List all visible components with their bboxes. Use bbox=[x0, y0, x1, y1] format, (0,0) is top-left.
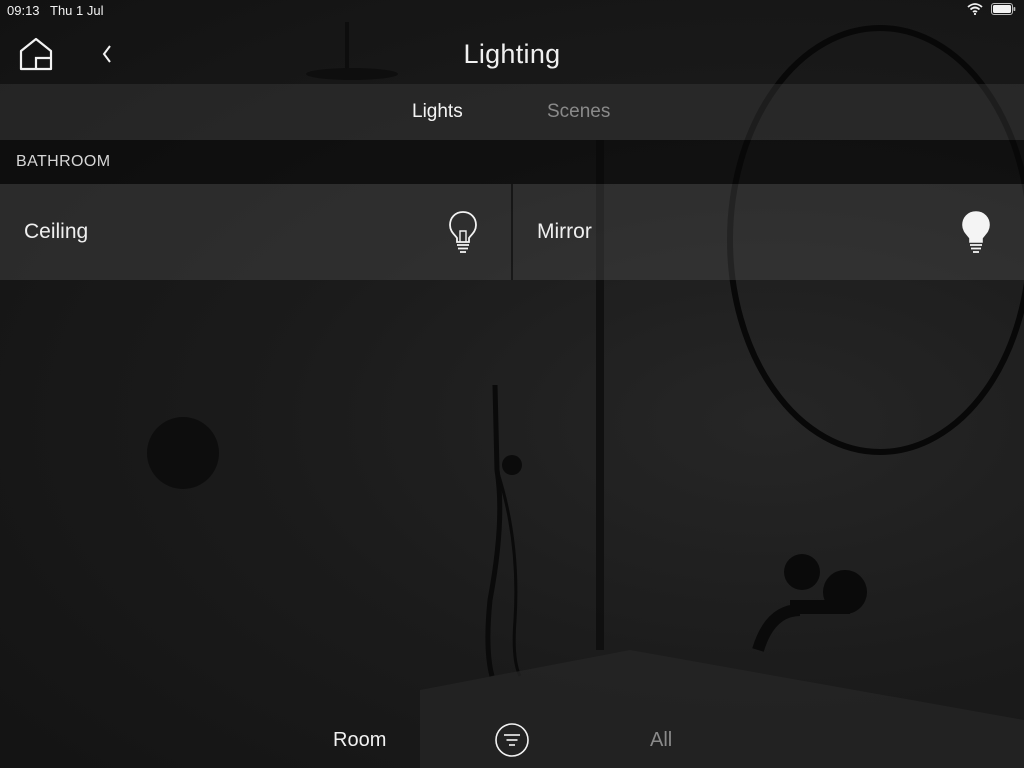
status-bar: 09:13 Thu 1 Jul bbox=[0, 0, 1024, 22]
lightbulb-filled-icon[interactable] bbox=[960, 210, 992, 254]
section-label: BATHROOM bbox=[16, 153, 111, 170]
lights-list: Ceiling Mirror bbox=[0, 184, 1024, 280]
filter-button[interactable] bbox=[494, 722, 530, 758]
light-tile-mirror[interactable]: Mirror bbox=[513, 184, 1024, 280]
tab-scenes[interactable]: Scenes bbox=[547, 101, 610, 123]
battery-icon bbox=[991, 3, 1016, 15]
lightbulb-outline-icon[interactable] bbox=[447, 210, 479, 254]
bottom-bar: Room All bbox=[0, 712, 1024, 768]
all-button[interactable]: All bbox=[650, 729, 672, 752]
section-header: BATHROOM bbox=[0, 140, 1024, 184]
light-tile-ceiling[interactable]: Ceiling bbox=[0, 184, 511, 280]
status-date: Thu 1 Jul bbox=[50, 3, 104, 18]
tab-bar: Lights Scenes bbox=[0, 84, 1024, 140]
light-name: Ceiling bbox=[24, 220, 89, 243]
page-title: Lighting bbox=[463, 39, 561, 69]
tab-lights[interactable]: Lights bbox=[412, 101, 463, 123]
status-time: 09:13 bbox=[7, 3, 40, 18]
status-indicators bbox=[967, 3, 1016, 15]
light-name: Mirror bbox=[537, 220, 592, 243]
lighting-screen: 09:13 Thu 1 Jul Lighting Lights Scenes B… bbox=[0, 0, 1024, 768]
header: Lighting bbox=[0, 22, 1024, 84]
room-button[interactable]: Room bbox=[333, 729, 386, 752]
filter-icon bbox=[495, 723, 529, 757]
wifi-icon bbox=[967, 3, 983, 15]
